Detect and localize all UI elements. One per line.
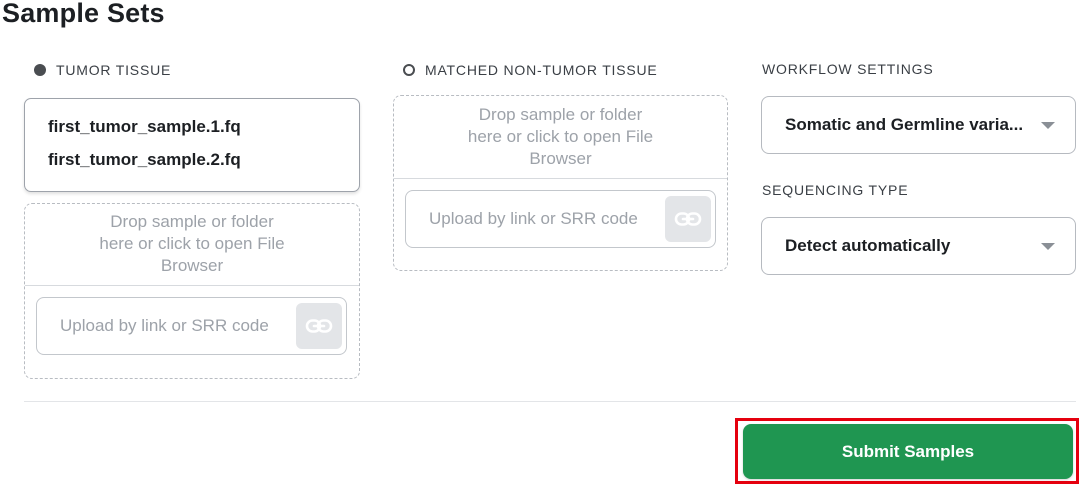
file-item[interactable]: first_tumor_sample.1.fq (25, 117, 359, 150)
normal-tissue-header[interactable]: MATCHED NON-TUMOR TISSUE (403, 62, 658, 78)
chevron-down-icon (1041, 242, 1055, 250)
tumor-drop-zone[interactable]: Drop sample or folder here or click to o… (24, 203, 360, 379)
link-input-placeholder: Upload by link or SRR code (429, 209, 638, 228)
section-divider (24, 401, 1076, 402)
drop-text-line: Drop sample or folder (110, 212, 274, 231)
drop-text-line: Drop sample or folder (478, 105, 643, 124)
tumor-tissue-header[interactable]: TUMOR TISSUE (34, 62, 171, 78)
normal-tissue-label: MATCHED NON-TUMOR TISSUE (425, 62, 658, 78)
radio-unselected-icon[interactable] (403, 64, 415, 76)
tumor-file-list: first_tumor_sample.1.fq first_tumor_samp… (24, 98, 360, 192)
submit-samples-button[interactable]: Submit Samples (743, 424, 1073, 479)
workflow-select[interactable]: Somatic and Germline varia... (761, 96, 1076, 154)
file-item[interactable]: first_tumor_sample.2.fq (25, 150, 359, 183)
tumor-tissue-label: TUMOR TISSUE (56, 62, 172, 78)
drop-text-line: here or click to open File (467, 127, 654, 146)
tumor-link-input[interactable]: Upload by link or SRR code (36, 297, 347, 355)
radio-selected-icon[interactable] (34, 64, 46, 76)
drop-text-line: Browser (160, 256, 224, 275)
drop-divider (25, 285, 359, 286)
sequencing-type-label: SEQUENCING TYPE (762, 182, 909, 198)
link-icon[interactable] (296, 303, 342, 349)
link-icon[interactable] (665, 196, 711, 242)
chevron-down-icon (1041, 121, 1055, 129)
normal-drop-zone[interactable]: Drop sample or folder here or click to o… (393, 95, 728, 271)
page-title: Sample Sets (2, 0, 165, 28)
drop-text-line: Browser (529, 149, 592, 168)
sequencing-type-select[interactable]: Detect automatically (761, 217, 1076, 275)
normal-drop-text: Drop sample or folder here or click to o… (394, 104, 727, 170)
workflow-select-value: Somatic and Germline varia... (785, 115, 1024, 134)
drop-text-line: here or click to open File (99, 234, 285, 253)
workflow-settings-label: WORKFLOW SETTINGS (762, 61, 934, 77)
link-input-placeholder: Upload by link or SRR code (60, 316, 269, 335)
tumor-drop-text: Drop sample or folder here or click to o… (25, 211, 359, 277)
normal-link-input[interactable]: Upload by link or SRR code (405, 190, 716, 248)
drop-divider (394, 178, 727, 179)
sequencing-type-value: Detect automatically (785, 236, 951, 255)
